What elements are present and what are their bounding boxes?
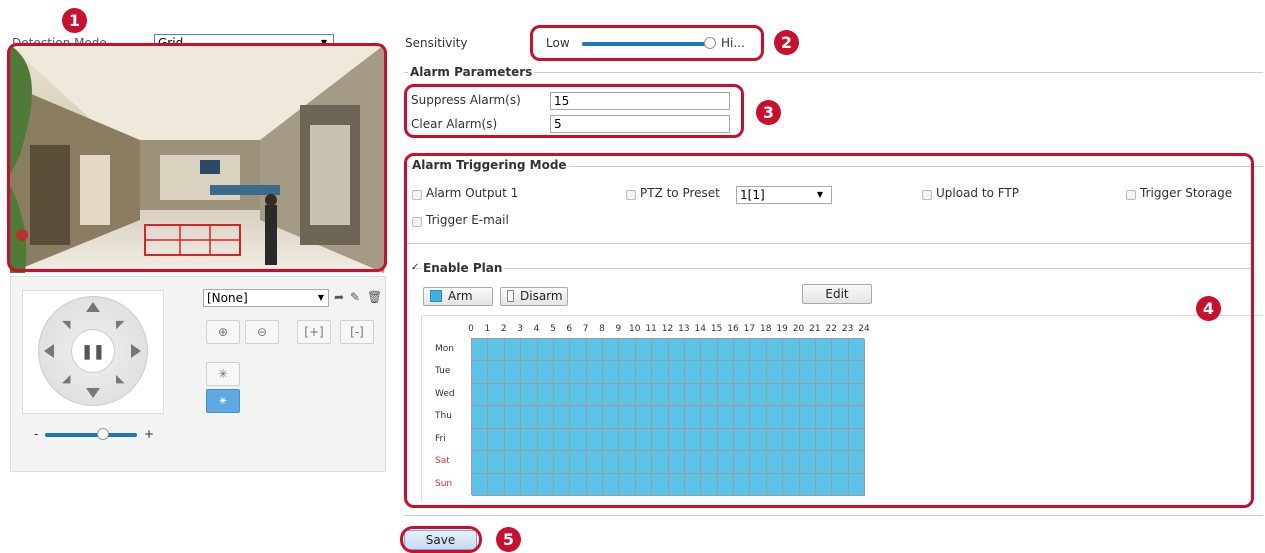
down-arrow-icon[interactable] (86, 388, 100, 398)
up-left-arrow-icon[interactable]: ◥ (62, 318, 70, 331)
speed-minus: - (34, 427, 39, 441)
sensitivity-label: Sensitivity (405, 36, 468, 50)
speed-slider-track[interactable] (45, 433, 137, 437)
marker-2: 2 (774, 30, 799, 55)
focus-near-button[interactable]: [+] (297, 320, 331, 344)
highlight-box-2 (530, 25, 764, 61)
zoom-out-button[interactable]: ⊖ (245, 320, 279, 344)
marker-3: 3 (756, 100, 781, 125)
wiper-button[interactable]: ✴ (206, 389, 240, 413)
highlight-box-5 (400, 526, 482, 553)
left-arrow-icon[interactable] (44, 344, 54, 358)
bottom-border (404, 515, 1263, 516)
right-arrow-icon[interactable] (131, 344, 141, 358)
down-left-arrow-icon[interactable]: ◢ (62, 372, 70, 385)
highlight-box-3 (404, 84, 744, 138)
speed-slider-handle[interactable] (97, 428, 109, 440)
up-right-arrow-icon[interactable]: ◤ (116, 318, 124, 331)
preset-value: [None] (207, 291, 248, 305)
chevron-down-icon: ▼ (317, 293, 324, 302)
alarm-params-title: Alarm Parameters (408, 65, 535, 79)
pause-button[interactable]: ❚❚ (71, 329, 115, 373)
marker-4: 4 (1196, 296, 1221, 321)
down-right-arrow-icon[interactable]: ◣ (116, 372, 124, 385)
edit-preset-icon[interactable]: ✎ (350, 290, 360, 304)
up-arrow-icon[interactable] (86, 302, 100, 312)
preset-select[interactable]: [None] ▼ (203, 289, 329, 307)
delete-preset-icon[interactable]: 🗑 (367, 290, 382, 304)
highlight-box-4 (404, 153, 1254, 508)
light-button[interactable]: ✳ (206, 362, 240, 386)
marker-1: 1 (62, 8, 87, 33)
speed-plus: + (144, 427, 155, 441)
call-preset-icon[interactable]: ➦ (334, 290, 344, 304)
highlight-box-1 (7, 43, 387, 272)
marker-5: 5 (496, 527, 521, 552)
focus-far-button[interactable]: [-] (340, 320, 374, 344)
zoom-in-button[interactable]: ⊕ (206, 320, 240, 344)
